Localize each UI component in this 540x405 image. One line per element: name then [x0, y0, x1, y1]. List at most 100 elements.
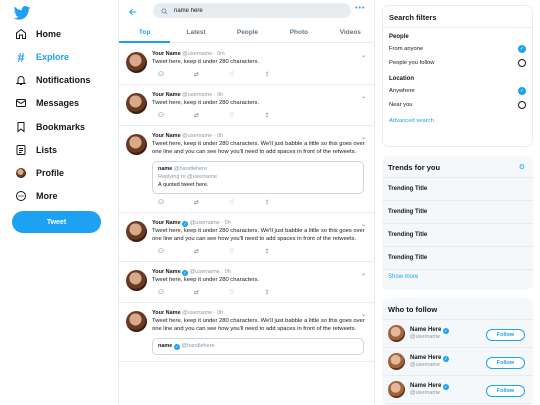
avatar[interactable]: [388, 325, 405, 342]
tweet-author-name[interactable]: Your Name: [152, 92, 181, 98]
like-icon[interactable]: ♡: [227, 71, 237, 78]
quoted-tweet[interactable]: name ✓ @handlehere: [152, 338, 364, 355]
advanced-search-link[interactable]: Advanced search: [383, 110, 532, 124]
reply-icon[interactable]: 💬︎: [156, 248, 166, 255]
nav-home[interactable]: Home: [14, 25, 61, 43]
tab-top[interactable]: Top: [119, 23, 171, 43]
follow-suggestion[interactable]: Name Here ✓ @username Follow: [382, 376, 533, 404]
quoted-tweet[interactable]: name @handlehere Replying to @username A…: [152, 161, 364, 194]
more-options-icon[interactable]: •••: [355, 5, 365, 12]
filter-option-label: People you follow: [389, 60, 435, 66]
tweet-author-name[interactable]: Your Name: [152, 133, 181, 139]
share-icon[interactable]: ⇪: [262, 112, 272, 119]
like-icon[interactable]: ♡: [227, 248, 237, 255]
follow-button[interactable]: Follow: [486, 329, 525, 341]
retweet-icon[interactable]: ⇄: [191, 248, 201, 255]
avatar[interactable]: [126, 52, 147, 73]
nav-more[interactable]: More: [14, 187, 58, 205]
twitter-bird-icon[interactable]: [13, 6, 31, 20]
tab-videos[interactable]: Videos: [325, 23, 374, 42]
nav-bookmarks[interactable]: Bookmarks: [14, 118, 85, 136]
follow-button[interactable]: Follow: [486, 385, 525, 397]
radio-icon[interactable]: [518, 101, 526, 109]
trend-item[interactable]: Trending Title: [382, 177, 533, 200]
suggestion-name: Name Here: [410, 326, 442, 333]
filter-from-anyone[interactable]: From anyone ✓: [383, 40, 532, 54]
trend-item[interactable]: Trending Title: [382, 200, 533, 223]
search-input[interactable]: [174, 7, 334, 14]
search-filters-card: Search filters People From anyone ✓ Peop…: [382, 5, 533, 147]
avatar[interactable]: [126, 221, 147, 242]
nav-notifications[interactable]: Notifications: [14, 71, 91, 89]
more-circle-icon: [14, 189, 28, 203]
chevron-down-icon[interactable]: ⌄: [361, 270, 366, 277]
follow-suggestion[interactable]: Name Here ✓ @username Follow: [382, 320, 533, 348]
avatar[interactable]: [126, 270, 147, 291]
radio-icon[interactable]: [518, 59, 526, 67]
tweet-author-name[interactable]: Your Name: [152, 220, 181, 226]
chevron-down-icon[interactable]: ⌄: [361, 221, 366, 228]
nav-profile-label: Profile: [36, 168, 65, 178]
follow-button[interactable]: Follow: [486, 357, 525, 369]
trend-item[interactable]: Trending Title: [382, 246, 533, 269]
nav-profile[interactable]: Profile: [14, 164, 64, 182]
reply-icon[interactable]: 💬︎: [156, 289, 166, 296]
share-icon[interactable]: ⇪: [262, 248, 272, 255]
tweet-author-name[interactable]: Your Name: [152, 269, 181, 275]
follow-suggestion[interactable]: Name Here ✓ @username Follow: [382, 348, 533, 376]
nav-messages[interactable]: Messages: [14, 94, 79, 112]
chevron-down-icon[interactable]: ⌄: [361, 134, 366, 141]
avatar[interactable]: [126, 93, 147, 114]
tweet-header: Your Name @username · 0h: [152, 91, 366, 99]
share-icon[interactable]: ⇪: [262, 289, 272, 296]
gear-icon[interactable]: ⚙: [519, 163, 525, 171]
chevron-down-icon[interactable]: ⌄: [361, 311, 366, 318]
share-icon[interactable]: ⇪: [262, 71, 272, 78]
checked-radio-icon[interactable]: ✓: [518, 45, 526, 53]
like-icon[interactable]: ♡: [227, 289, 237, 296]
tab-photo[interactable]: Photo: [273, 23, 324, 42]
like-icon[interactable]: ♡: [227, 199, 237, 206]
retweet-icon[interactable]: ⇄: [191, 199, 201, 206]
search-box[interactable]: [153, 3, 351, 18]
left-nav: Home # Explore Notifications Messages Bo…: [0, 0, 118, 405]
trend-item[interactable]: Trending Title: [382, 223, 533, 246]
right-sidebar: Search filters People From anyone ✓ Peop…: [382, 0, 533, 405]
retweet-icon[interactable]: ⇄: [191, 112, 201, 119]
reply-icon[interactable]: 💬︎: [156, 199, 166, 206]
tweet[interactable]: Your Name ✓ @username · 0h Tweet here, k…: [119, 213, 374, 262]
avatar[interactable]: [126, 311, 147, 332]
reply-icon[interactable]: 💬︎: [156, 71, 166, 78]
tab-latest[interactable]: Latest: [170, 23, 221, 42]
nav-explore[interactable]: # Explore: [14, 48, 69, 66]
filter-anywhere[interactable]: Anywhere ✓: [383, 82, 532, 96]
checked-radio-icon[interactable]: ✓: [518, 87, 526, 95]
quoted-reply-to: Replying to @username: [158, 174, 218, 180]
avatar[interactable]: [388, 381, 405, 398]
show-more-link[interactable]: Show more: [382, 269, 533, 284]
retweet-icon[interactable]: ⇄: [191, 289, 201, 296]
tweet[interactable]: Your Name @username · 0m Tweet here, kee…: [119, 44, 374, 85]
nav-bookmarks-label: Bookmarks: [36, 122, 86, 132]
tweet-author-name[interactable]: Your Name: [152, 51, 181, 57]
tweet[interactable]: Your Name @username · 0h Tweet here, kee…: [119, 85, 374, 126]
nav-lists[interactable]: Lists: [14, 141, 57, 159]
reply-icon[interactable]: 💬︎: [156, 112, 166, 119]
avatar[interactable]: [388, 353, 405, 370]
share-icon[interactable]: ⇪: [262, 199, 272, 206]
tweet-button[interactable]: Tweet: [12, 211, 101, 233]
like-icon[interactable]: ♡: [227, 112, 237, 119]
chevron-down-icon[interactable]: ⌄: [361, 93, 366, 100]
retweet-icon[interactable]: ⇄: [191, 71, 201, 78]
who-to-follow-card: Who to follow Name Here ✓ @username Foll…: [382, 298, 533, 405]
filter-near-you[interactable]: Near you: [383, 96, 532, 110]
filter-people-you-follow[interactable]: People you follow: [383, 54, 532, 68]
back-arrow-icon[interactable]: [128, 4, 138, 22]
chevron-down-icon[interactable]: ⌄: [361, 52, 366, 59]
tweet[interactable]: Your Name ✓ @username · 0h Tweet here, k…: [119, 262, 374, 303]
tab-people[interactable]: People: [222, 23, 273, 42]
avatar[interactable]: [126, 134, 147, 155]
tweet[interactable]: Your Name @username · 0h Tweet here, kee…: [119, 126, 374, 213]
tweet[interactable]: Your Name @username · 0h Tweet here, kee…: [119, 303, 374, 362]
tweet-author-name[interactable]: Your Name: [152, 310, 181, 316]
